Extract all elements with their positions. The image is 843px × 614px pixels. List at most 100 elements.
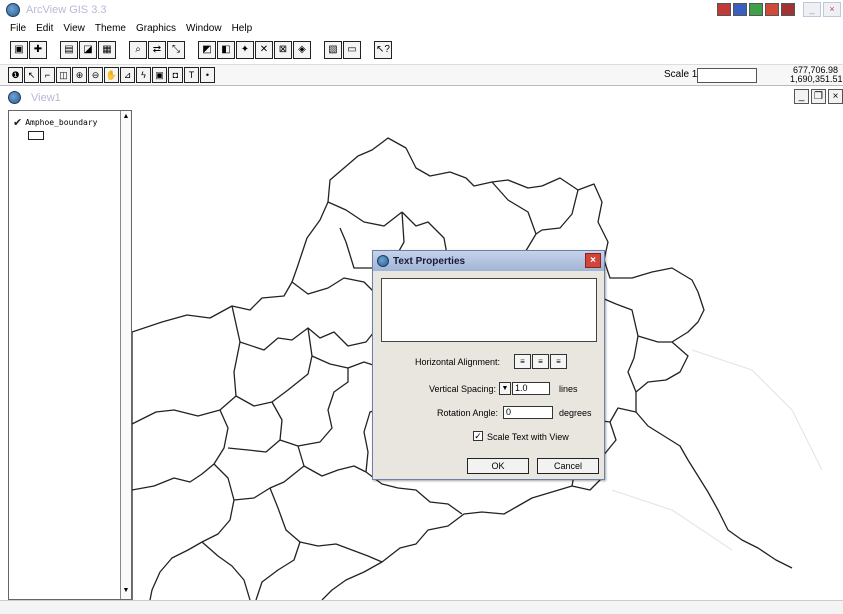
menu-window[interactable]: Window [186,23,222,34]
area-of-interest-tool-icon[interactable]: ▣ [152,67,167,83]
align-left-icon[interactable]: ≡ [514,354,531,369]
menu-theme[interactable]: Theme [95,23,126,34]
tray-excel-icon[interactable] [749,3,763,16]
theme-properties-icon[interactable]: ▤ [60,41,78,59]
view-minimize-button[interactable]: _ [794,89,809,104]
layer-symbol-swatch[interactable] [28,131,44,140]
align-right-icon[interactable]: ≡ [550,354,567,369]
dialog-title-bar[interactable]: Text Properties × [373,251,604,271]
hotlink-tool-icon[interactable]: ϟ [136,67,151,83]
save-project-icon[interactable]: ▣ [10,41,28,59]
district-boundary [201,541,251,600]
degrees-label: degrees [559,408,592,418]
scroll-up-icon[interactable]: ▲ [122,113,130,121]
district-boundary [635,411,793,569]
menu-view[interactable]: View [63,23,85,34]
vertical-spacing-label: Vertical Spacing: [429,384,497,394]
select-feature-tool-icon[interactable]: ◫ [56,67,71,83]
pointer-tool-icon[interactable]: ↖ [24,67,39,83]
scroll-down-icon[interactable]: ▼ [122,587,130,595]
arcview-globe-icon [6,3,20,17]
district-boundary [327,201,403,227]
coordinate-y: 1,690,351.51 [790,74,843,84]
zoom-in-icon[interactable]: ✕ [255,41,273,59]
menu-bar: File Edit View Theme Graphics Window Hel… [0,20,843,37]
faint-background-line [691,349,823,471]
district-boundary [132,305,241,425]
menu-file[interactable]: File [10,23,26,34]
toc-scrollbar[interactable]: ▲ ▼ [120,111,131,599]
view-title: View1 [31,91,61,104]
query-builder-icon[interactable]: ⤡ [167,41,185,59]
system-tray [717,3,795,16]
zoom-in-tool-icon[interactable]: ⊕ [72,67,87,83]
view-window-title-bar: View1 _ ❐ × [0,88,843,107]
rotation-angle-input[interactable]: 0 [503,406,553,419]
zoom-to-themes-icon[interactable]: ◧ [217,41,235,59]
district-boundary [235,327,313,407]
tray-word-icon[interactable] [733,3,747,16]
tray-ppt-icon[interactable] [765,3,779,16]
ok-button[interactable]: OK [467,458,529,474]
scale-label: Scale 1: [664,69,701,80]
district-boundary [297,445,367,477]
menu-edit[interactable]: Edit [36,23,53,34]
open-table-icon[interactable]: ▦ [98,41,116,59]
district-boundary [149,463,235,600]
tray-pdf-icon[interactable] [781,3,795,16]
clear-selection-icon[interactable]: ▭ [343,41,361,59]
vertical-spacing-input[interactable]: 1.0 [512,382,550,395]
zoom-previous-icon[interactable]: ◈ [293,41,311,59]
pan-tool-icon[interactable]: ✋ [104,67,119,83]
table-of-contents: ✔ Amphoe_boundary ▲ ▼ [8,110,132,600]
label-tool-icon[interactable]: ◘ [168,67,183,83]
identify-tool-icon[interactable]: ❶ [8,67,23,83]
close-button[interactable]: × [823,2,841,17]
scale-text-checkbox[interactable]: ✓ [473,431,483,441]
draw-point-tool-icon[interactable]: • [200,67,215,83]
tray-app-icon[interactable] [717,3,731,16]
button-bar: ▣ ✚ ▤ ◪ ▦ ⌕ ⇄ ⤡ ◩ ◧ ✦ ✕ ⊠ ◈ ▧ ▭ ↖? [0,38,843,62]
select-features-icon[interactable]: ▧ [324,41,342,59]
layer-visibility-checkbox[interactable]: ✔ [13,116,22,129]
menu-help[interactable]: Help [232,23,253,34]
scale-input[interactable] [697,68,757,83]
text-properties-dialog: Text Properties × Horizontal Alignment: … [372,250,605,480]
lines-label: lines [559,384,578,394]
dialog-globe-icon [377,255,389,267]
district-boundary [291,277,377,295]
text-entry-area[interactable] [381,278,597,342]
menu-graphics[interactable]: Graphics [136,23,176,34]
measure-tool-icon[interactable]: ⊿ [120,67,135,83]
vertical-spacing-spinner-icon[interactable]: ▼ [499,382,511,395]
view-restore-button[interactable]: ❐ [811,89,826,104]
layer-name: Amphoe_boundary [25,118,98,127]
horizontal-alignment-label: Horizontal Alignment: [415,357,501,367]
zoom-out-icon[interactable]: ⊠ [274,41,292,59]
locate-address-icon[interactable]: ⇄ [148,41,166,59]
alignment-button-group: ≡ ≡ ≡ [514,354,567,369]
app-title-bar: ArcView GIS 3.3 _ × [0,0,843,20]
district-boundary [132,409,229,491]
text-tool-icon[interactable]: T [184,67,199,83]
layer-item[interactable]: ✔ Amphoe_boundary [13,116,97,129]
zoom-to-selected-icon[interactable]: ✦ [236,41,254,59]
edit-legend-icon[interactable]: ◪ [79,41,97,59]
find-icon[interactable]: ⌕ [129,41,147,59]
district-boundary [227,401,283,453]
align-center-icon[interactable]: ≡ [532,354,549,369]
zoom-full-extent-icon[interactable]: ◩ [198,41,216,59]
help-icon[interactable]: ↖? [374,41,392,59]
minimize-button[interactable]: _ [803,2,821,17]
dialog-close-button[interactable]: × [585,253,601,268]
zoom-out-tool-icon[interactable]: ⊖ [88,67,103,83]
district-boundary [535,189,579,235]
app-title: ArcView GIS 3.3 [26,4,107,16]
add-theme-icon[interactable]: ✚ [29,41,47,59]
status-bar [0,600,843,614]
vertex-edit-tool-icon[interactable]: ⌐ [40,67,55,83]
faint-background-line [611,489,733,551]
district-boundary [279,368,349,447]
cancel-button[interactable]: Cancel [537,458,599,474]
view-close-button[interactable]: × [828,89,843,104]
